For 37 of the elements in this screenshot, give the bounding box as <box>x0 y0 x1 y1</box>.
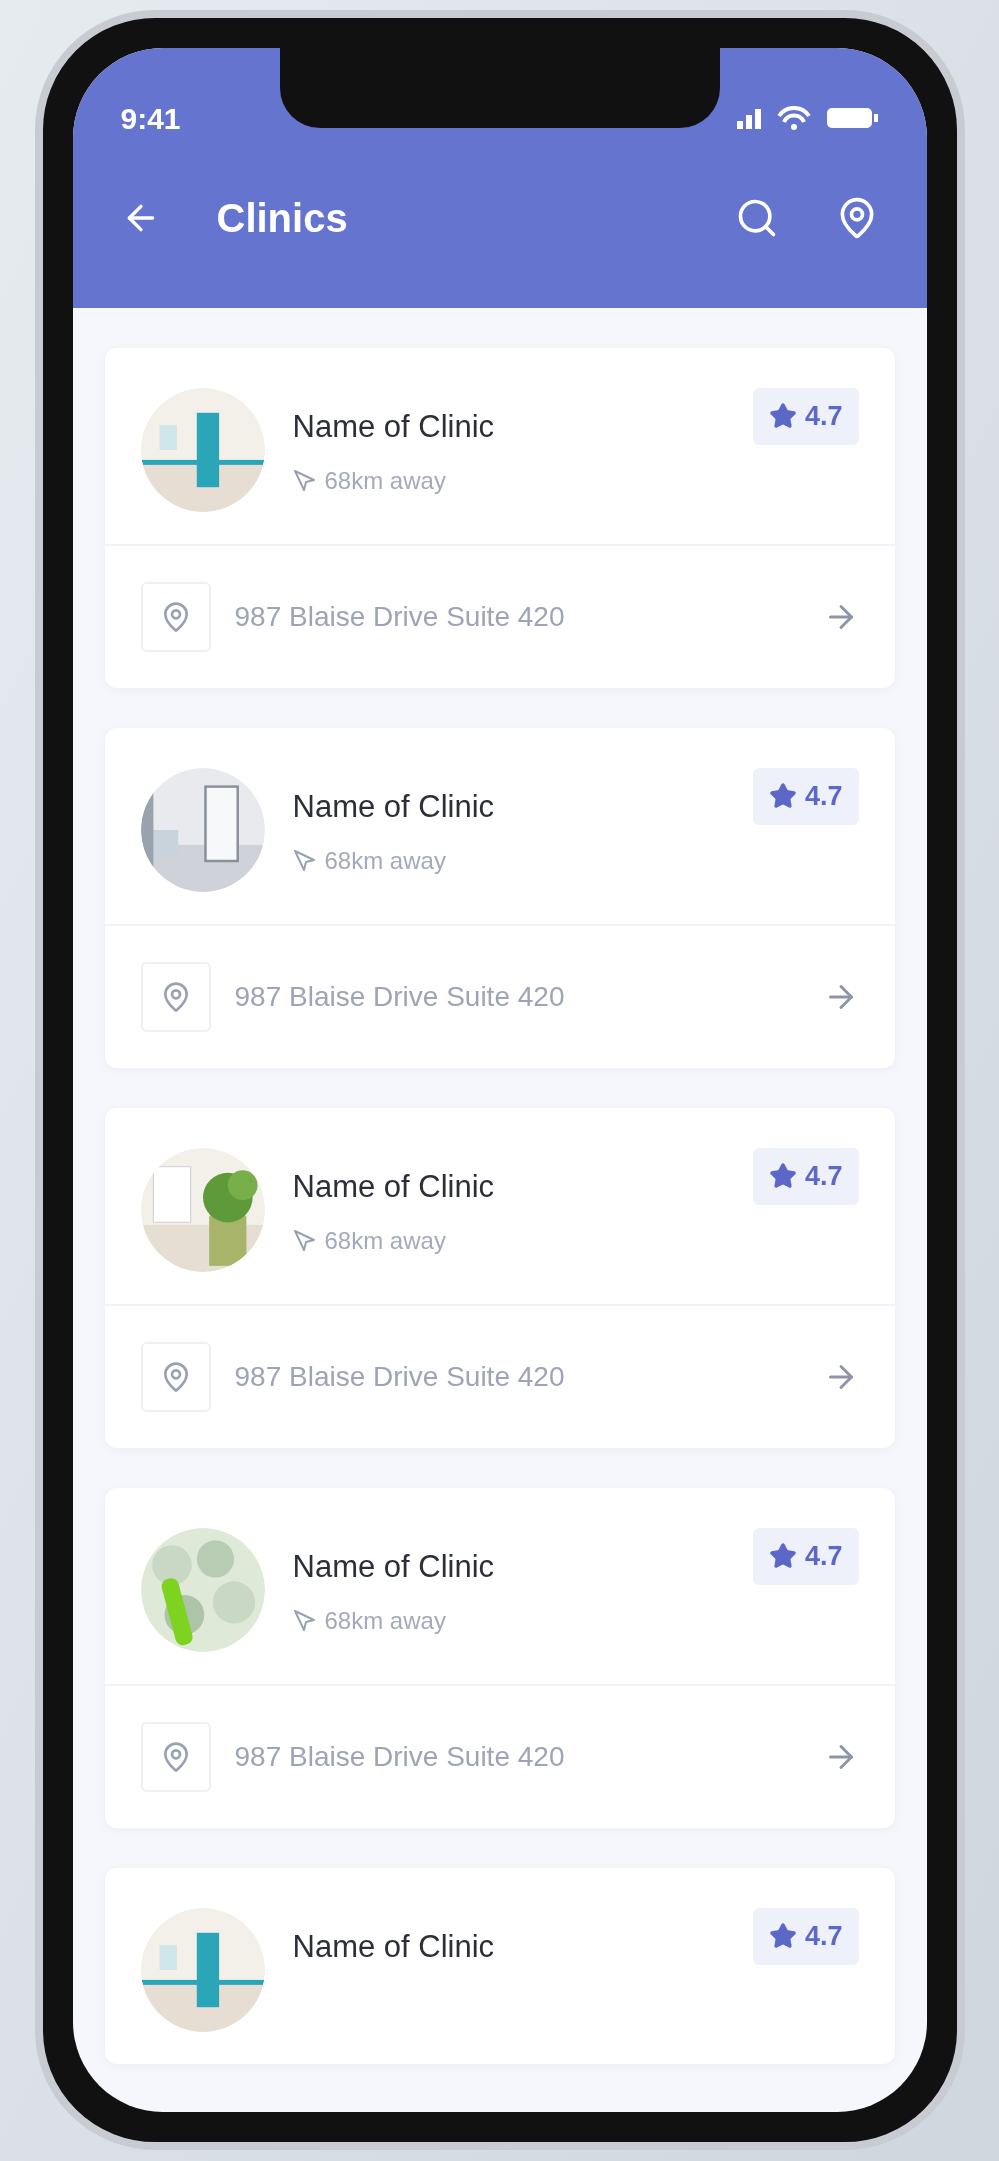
clinic-card[interactable]: Name of Clinic 4.7 <box>104 1868 895 2064</box>
rating-value: 4.7 <box>804 1920 843 1953</box>
clinic-address: 987 Blaise Drive Suite 420 <box>234 1740 566 1774</box>
distance-text: 68km away <box>324 845 446 876</box>
rating-value: 4.7 <box>804 400 843 433</box>
distance-text: 68km away <box>324 1605 446 1636</box>
page-title: Clinics <box>216 195 349 242</box>
star-icon <box>768 782 797 811</box>
star-icon <box>768 1542 797 1571</box>
navigation-icon <box>292 848 317 873</box>
clinic-name: Name of Clinic <box>292 1548 496 1586</box>
star-icon <box>768 1922 797 1951</box>
star-icon <box>768 1162 797 1191</box>
clinic-card[interactable]: Name of Clinic 68km away 4.7 987 Blaise Drive Suite 420 <box>104 1488 895 1828</box>
clinic-address: 987 Blaise Drive Suite 420 <box>234 980 566 1014</box>
status-time: 9:41 <box>120 100 181 137</box>
battery-icon <box>826 108 879 128</box>
star-icon <box>768 402 797 431</box>
rating-value: 4.7 <box>804 780 843 813</box>
distance-text: 68km away <box>324 465 446 496</box>
navigation-icon <box>292 1228 317 1253</box>
wifi-icon <box>776 106 811 130</box>
clinic-address: 987 Blaise Drive Suite 420 <box>234 600 566 634</box>
clinic-name: Name of Clinic <box>292 1168 496 1206</box>
rating-value: 4.7 <box>804 1540 843 1573</box>
signal-icon <box>736 107 761 129</box>
clinic-name: Name of Clinic <box>292 788 496 826</box>
navigation-icon <box>292 468 317 493</box>
rating-value: 4.7 <box>804 1160 843 1193</box>
clinic-name: Name of Clinic <box>292 1928 496 1966</box>
clinic-card[interactable]: Name of Clinic 68km away 4.7 987 Blaise Drive Suite 420 <box>104 728 895 1068</box>
distance-text: 68km away <box>324 1225 446 1256</box>
clinic-address: 987 Blaise Drive Suite 420 <box>234 1360 566 1394</box>
navigation-icon <box>292 1608 317 1633</box>
clinic-card[interactable]: Name of Clinic 68km away 4.7 987 Blaise Drive Suite 420 <box>104 348 895 688</box>
clinic-card[interactable]: Name of Clinic 68km away 4.7 987 Blaise Drive Suite 420 <box>104 1108 895 1448</box>
clinic-name: Name of Clinic <box>292 408 496 446</box>
